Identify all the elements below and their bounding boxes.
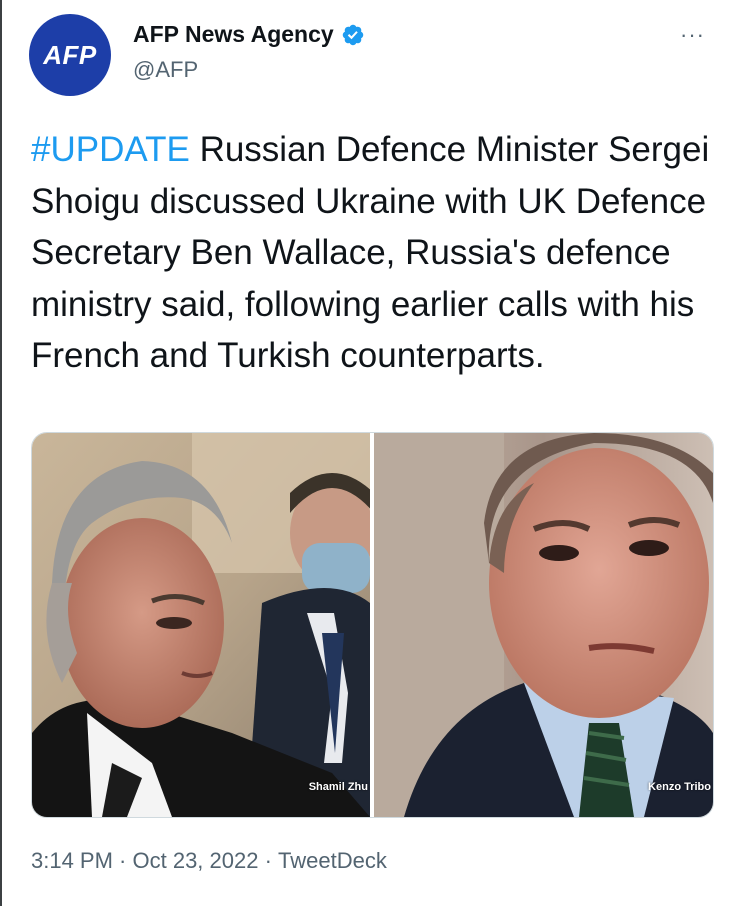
author-display-name[interactable]: AFP News Agency — [133, 21, 334, 48]
avatar[interactable]: AFP — [29, 14, 111, 96]
tweet-text: #UPDATE Russian Defence Minister Sergei … — [31, 124, 711, 382]
tweet-time[interactable]: 3:14 PM — [31, 848, 113, 874]
photo-left-image — [32, 433, 370, 817]
meta-separator: · — [112, 848, 133, 873]
tweet-source: TweetDeck — [278, 848, 387, 873]
window-edge — [0, 0, 2, 906]
author-name-row[interactable]: AFP News Agency — [133, 21, 365, 48]
tweet-meta: 3:14 PM · Oct 23, 2022 · TweetDeck — [31, 848, 387, 874]
photo-left[interactable]: Shamil Zhu — [32, 433, 370, 817]
meta-separator: · — [258, 848, 279, 873]
hashtag-link[interactable]: #UPDATE — [31, 130, 190, 169]
photo-right-image — [374, 433, 713, 817]
more-options-icon[interactable]: ··· — [680, 22, 705, 48]
verified-badge-icon — [342, 24, 363, 45]
photo-right[interactable]: Kenzo Tribo — [374, 433, 713, 817]
author-handle[interactable]: @AFP — [133, 57, 198, 83]
photo-credit-right: Kenzo Tribo — [648, 781, 711, 793]
media-grid[interactable]: Shamil Zhu Kenzo Tribo — [31, 432, 714, 818]
avatar-logo-text: AFP — [43, 39, 97, 70]
tweet-date[interactable]: Oct 23, 2022 — [133, 848, 259, 874]
photo-credit-left: Shamil Zhu — [308, 781, 368, 793]
tweet-card: AFP AFP News Agency @AFP ··· #UPDATE Rus… — [0, 0, 730, 906]
